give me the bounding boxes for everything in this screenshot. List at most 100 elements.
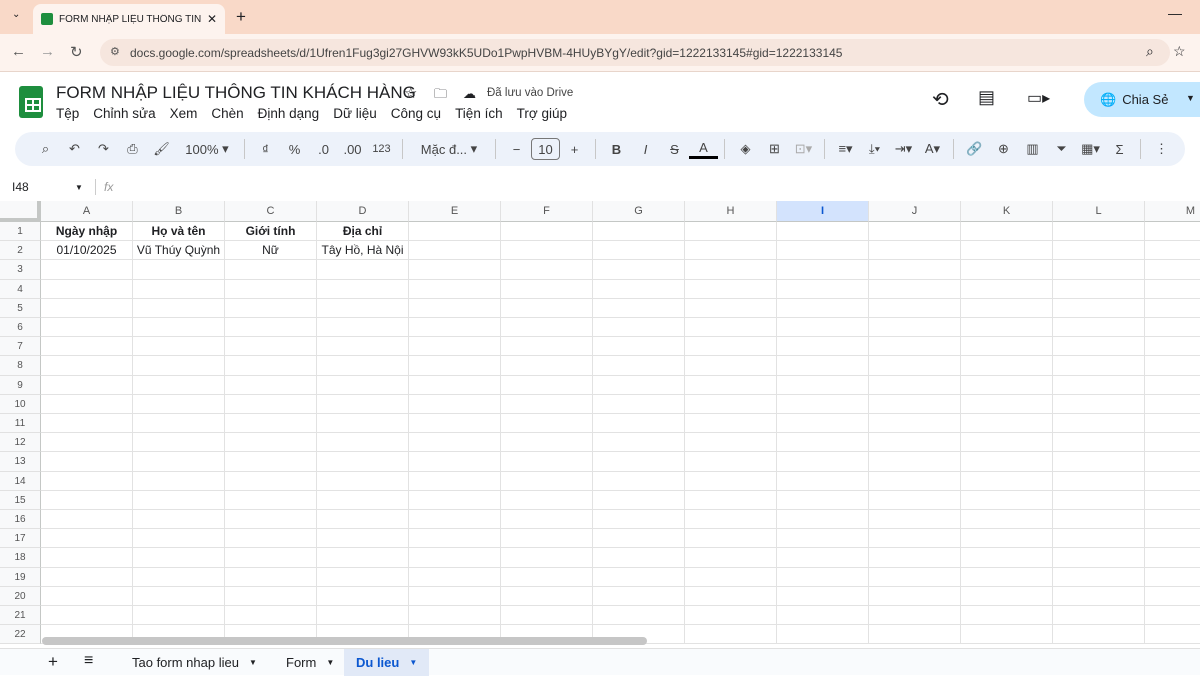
- menu-data[interactable]: Dữ liệu: [333, 106, 377, 121]
- cell-I10[interactable]: [777, 394, 869, 414]
- cell-H5[interactable]: [685, 298, 777, 318]
- cell-M10[interactable]: [1145, 395, 1200, 414]
- cell-K18[interactable]: [961, 548, 1053, 568]
- document-title[interactable]: FORM NHẬP LIỆU THÔNG TIN KHÁCH HÀNG: [56, 83, 416, 103]
- cell-D15[interactable]: [317, 490, 409, 510]
- save-status[interactable]: Đã lưu vào Drive: [487, 87, 573, 99]
- cell-M13[interactable]: [1145, 452, 1200, 472]
- cell-C5[interactable]: [225, 298, 317, 318]
- cell-J1[interactable]: [869, 222, 961, 242]
- row-header[interactable]: 19: [0, 567, 41, 587]
- cell-C4[interactable]: [225, 279, 317, 299]
- back-icon[interactable]: ←: [11, 43, 26, 60]
- cell-G18[interactable]: [593, 548, 685, 568]
- cell-A5[interactable]: [41, 298, 133, 318]
- cell-G10[interactable]: [593, 394, 685, 414]
- url-field[interactable]: docs.google.com/spreadsheets/d/1Ufren1Fu…: [100, 39, 1170, 66]
- cell-C14[interactable]: [225, 471, 317, 491]
- search-menus-icon[interactable]: ⌕: [31, 136, 60, 162]
- cell-F10[interactable]: [501, 394, 593, 414]
- cell-D7[interactable]: [317, 337, 409, 357]
- cell-D20[interactable]: [317, 586, 409, 606]
- cell-B5[interactable]: [133, 298, 225, 318]
- cell-K17[interactable]: [961, 529, 1053, 549]
- share-dropdown-icon[interactable]: ▼: [1186, 93, 1195, 103]
- cell-K22[interactable]: [961, 625, 1053, 645]
- cell-D3[interactable]: [317, 260, 409, 280]
- fill-color-icon[interactable]: ◈: [731, 136, 760, 162]
- cell-K9[interactable]: [961, 375, 1053, 395]
- cell-G15[interactable]: [593, 490, 685, 510]
- cell-D9[interactable]: [317, 375, 409, 395]
- column-header-F[interactable]: F: [501, 201, 593, 222]
- cell-I18[interactable]: [777, 548, 869, 568]
- cell-M3[interactable]: [1145, 260, 1200, 280]
- cell-B18[interactable]: [133, 548, 225, 568]
- cell-H7[interactable]: [685, 337, 777, 357]
- bookmark-star-icon[interactable]: ☆: [1173, 43, 1186, 60]
- merge-cells-icon[interactable]: ⊡▾: [789, 136, 818, 162]
- cell-K14[interactable]: [961, 471, 1053, 491]
- cell-K16[interactable]: [961, 510, 1053, 530]
- cell-C19[interactable]: [225, 567, 317, 587]
- decrease-font-size-icon[interactable]: −: [502, 136, 531, 162]
- zoom-select[interactable]: 100% ▾: [176, 136, 238, 162]
- move-folder-icon[interactable]: 🗀: [434, 85, 447, 107]
- tab-list-icon[interactable]: ⌄: [12, 9, 20, 20]
- cell-J3[interactable]: [869, 260, 961, 280]
- row-header[interactable]: 7: [0, 337, 41, 357]
- row-header[interactable]: 14: [0, 471, 41, 491]
- cell-C1[interactable]: Giới tính: [225, 222, 317, 242]
- cell-M8[interactable]: [1145, 356, 1200, 376]
- cell-K12[interactable]: [961, 433, 1053, 453]
- cell-E16[interactable]: [409, 510, 501, 530]
- cell-B9[interactable]: [133, 375, 225, 395]
- row-header[interactable]: 22: [0, 625, 41, 645]
- cell-A18[interactable]: [41, 548, 133, 568]
- cell-C2[interactable]: Nữ: [225, 241, 317, 261]
- cell-J18[interactable]: [869, 548, 961, 568]
- cell-E13[interactable]: [409, 452, 501, 472]
- cell-B19[interactable]: [133, 567, 225, 587]
- text-wrap-icon[interactable]: ⇥▾: [889, 136, 918, 162]
- cell-H13[interactable]: [685, 452, 777, 472]
- cell-H19[interactable]: [685, 567, 777, 587]
- cell-A17[interactable]: [41, 529, 133, 549]
- chart-icon[interactable]: ▥: [1018, 136, 1047, 162]
- cell-J6[interactable]: [869, 318, 961, 338]
- cell-A20[interactable]: [41, 586, 133, 606]
- menu-tools[interactable]: Công cụ: [391, 106, 441, 121]
- row-header[interactable]: 13: [0, 452, 41, 472]
- cell-J9[interactable]: [869, 375, 961, 395]
- cell-M16[interactable]: [1145, 510, 1200, 530]
- cell-G19[interactable]: [593, 567, 685, 587]
- menu-file[interactable]: Tệp: [56, 106, 79, 121]
- cell-I17[interactable]: [777, 529, 869, 549]
- sheets-logo-icon[interactable]: [19, 86, 43, 118]
- cell-L15[interactable]: [1053, 490, 1145, 510]
- cell-A8[interactable]: [41, 356, 133, 376]
- cell-L13[interactable]: [1053, 452, 1145, 472]
- cell-L17[interactable]: [1053, 529, 1145, 549]
- cell-D16[interactable]: [317, 510, 409, 530]
- menu-view[interactable]: Xem: [170, 106, 198, 121]
- cell-H21[interactable]: [685, 606, 777, 626]
- cell-C6[interactable]: [225, 318, 317, 338]
- name-box-dropdown-icon[interactable]: ▼: [75, 183, 95, 192]
- cell-I11[interactable]: [777, 414, 869, 434]
- cell-D11[interactable]: [317, 414, 409, 434]
- cell-J8[interactable]: [869, 356, 961, 376]
- cell-J21[interactable]: [869, 606, 961, 626]
- cell-H20[interactable]: [685, 586, 777, 606]
- cell-I15[interactable]: [777, 490, 869, 510]
- cell-A4[interactable]: [41, 279, 133, 299]
- cell-B10[interactable]: [133, 394, 225, 414]
- cell-M2[interactable]: [1145, 241, 1200, 261]
- cell-G21[interactable]: [593, 606, 685, 626]
- cell-I13[interactable]: [777, 452, 869, 472]
- cell-H4[interactable]: [685, 279, 777, 299]
- menu-format[interactable]: Định dạng: [258, 106, 320, 121]
- cell-K1[interactable]: [961, 222, 1053, 242]
- cell-I6[interactable]: [777, 318, 869, 338]
- cell-B8[interactable]: [133, 356, 225, 376]
